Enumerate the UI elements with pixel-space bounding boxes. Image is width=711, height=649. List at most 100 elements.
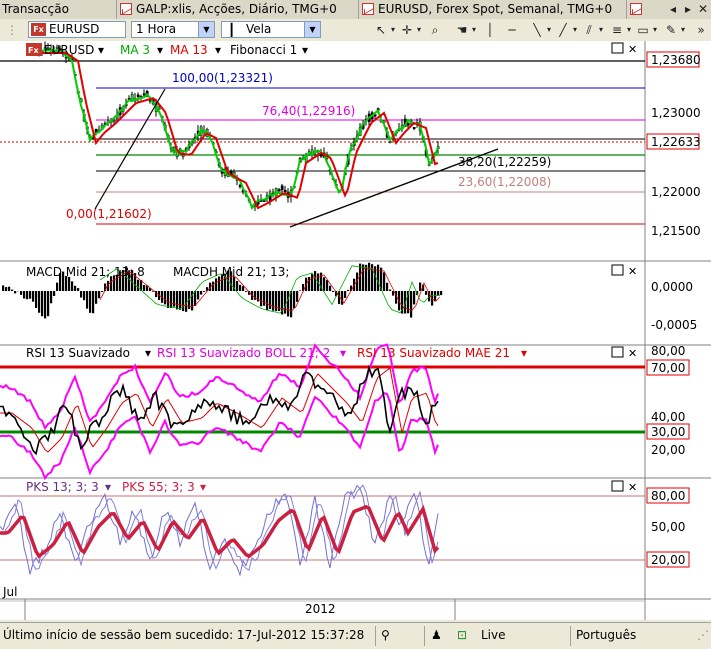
legend-rsi-mae[interactable]: RSI 13 Suavizado MAE 21 <box>357 346 510 360</box>
close-panel-icon[interactable]: ✕ <box>628 43 637 56</box>
tab-eurusd-weekly-chart[interactable]: EURUSD, Forex Spot, Semanal, TMG+0 <box>362 1 624 17</box>
crosshair-tool-icon[interactable]: ✛ <box>400 22 414 38</box>
candle-body <box>182 155 184 157</box>
text-tool-icon[interactable]: ✎ <box>664 22 678 38</box>
macd-histogram-bar <box>329 286 331 291</box>
macd-histogram-bar <box>20 291 22 295</box>
macd-histogram-bar <box>29 291 31 299</box>
horizontal-line-tool-icon[interactable]: ─ <box>505 22 519 38</box>
legend-menu-icon[interactable]: ▾ <box>98 43 104 57</box>
tab-galp-chart[interactable]: GALP:xlis, Acções, Diário, TMG+0 <box>120 1 356 17</box>
macd-histogram-bar <box>323 277 325 291</box>
rsi-tick: 80,00 <box>651 344 685 358</box>
macd-histogram-bar <box>290 291 292 317</box>
user-icon[interactable]: ♟ <box>431 628 442 642</box>
macd-histogram-bar <box>287 291 289 316</box>
legend-fibonacci[interactable]: Fibonacci 1 <box>230 43 297 57</box>
close-panel-icon[interactable]: ✕ <box>628 481 637 494</box>
fibonacci-tool-icon[interactable]: ≡ <box>610 22 624 38</box>
price-panel[interactable] <box>0 41 645 260</box>
close-icon[interactable]: ✕ <box>696 1 710 17</box>
legend-ma3[interactable]: MA 3 <box>120 43 150 57</box>
symbol-input[interactable]: Fx EURUSD <box>28 21 126 38</box>
maximize-panel-icon[interactable] <box>612 481 623 491</box>
tab-extra-chart[interactable] <box>630 1 654 17</box>
toolbar-overflow-icon[interactable]: » <box>694 22 708 38</box>
close-panel-icon[interactable]: ✕ <box>628 265 637 278</box>
shape-tool-icon[interactable]: ▭ <box>636 22 650 38</box>
close-panel-icon[interactable]: ✕ <box>628 347 637 360</box>
status-divider <box>375 626 376 646</box>
dropdown-arrow-icon[interactable]: ▾ <box>625 22 633 38</box>
macd-histogram-bar <box>74 286 76 291</box>
dropdown-arrow-icon[interactable]: ▾ <box>545 22 553 38</box>
rsi-tick: 30,00 <box>651 425 685 439</box>
dropdown-arrow-icon[interactable]: ▾ <box>679 22 687 38</box>
macd-histogram-bar <box>89 291 91 313</box>
fibo-label-38: 38,20(1,22259) <box>458 155 551 169</box>
macd-histogram-bar <box>38 291 40 313</box>
hand-tool-icon[interactable]: ☚ <box>455 22 469 38</box>
pointer-tool-icon[interactable]: ↖ <box>374 22 388 38</box>
tab-transacao[interactable]: Transacção <box>2 1 114 17</box>
macd-histogram-bar <box>425 291 427 295</box>
window-tab-bar: Transacção GALP:xlis, Acções, Diário, TM… <box>0 0 711 20</box>
candle-body <box>173 147 175 150</box>
time-label: Jul <box>2 585 17 599</box>
maximize-panel-icon[interactable] <box>612 347 623 357</box>
tab-scroll-left-icon[interactable]: ◂ <box>666 1 680 17</box>
chart-svg[interactable]: 1,23680 1,23000 1,22633 1,22000 1,21500 … <box>0 41 711 620</box>
macd-histogram-bar <box>53 291 55 296</box>
tab-scroll-right-icon[interactable]: ▸ <box>681 1 695 17</box>
legend-menu-icon[interactable]: ▾ <box>521 346 527 360</box>
trend-tool-icon[interactable]: ╱ <box>556 22 570 38</box>
resize-grip-icon[interactable]: ⋰ <box>697 628 709 642</box>
lock-icon[interactable]: ⊡ <box>457 628 467 642</box>
maximize-panel-icon[interactable] <box>612 265 623 275</box>
rsi-tick: 40,00 <box>651 410 685 424</box>
dropdown-arrow-icon[interactable]: ▾ <box>470 22 478 38</box>
chart-type-select[interactable]: ┃ Vela ▼ <box>221 21 321 38</box>
zoom-tool-icon[interactable]: ⌕ <box>428 22 442 38</box>
legend-menu-icon[interactable]: ▾ <box>302 43 308 57</box>
dropdown-arrow-icon[interactable]: ▾ <box>415 22 423 38</box>
dropdown-arrow-icon[interactable]: ▾ <box>389 22 397 38</box>
macd-histogram-bar <box>275 291 277 311</box>
dropdown-arrow-icon[interactable]: ▾ <box>597 22 605 38</box>
legend-macd[interactable]: MACD Mid 21; 13; 8 <box>26 265 145 279</box>
dropdown-arrow-icon[interactable]: ▾ <box>651 22 659 38</box>
price-tick: 1,23680 <box>651 53 701 67</box>
legend-menu-icon[interactable]: ▾ <box>105 480 111 494</box>
pks-panel[interactable] <box>0 479 645 599</box>
price-tick: 1,21500 <box>651 224 701 238</box>
legend-pks55[interactable]: PKS 55; 3; 3 <box>122 480 195 494</box>
maximize-panel-icon[interactable] <box>612 43 623 53</box>
dropdown-arrow-icon[interactable]: ▾ <box>571 22 579 38</box>
legend-menu-icon[interactable]: ▾ <box>215 43 221 57</box>
connection-icon[interactable]: ⚲ <box>381 628 390 642</box>
vertical-line-tool-icon[interactable]: │ <box>483 22 497 38</box>
chevron-down-icon[interactable]: ▼ <box>198 22 214 37</box>
interval-select[interactable]: 1 Hora ▼ <box>131 21 215 38</box>
legend-rsi[interactable]: RSI 13 Suavizado <box>26 346 130 360</box>
macd-tick: -0,0005 <box>651 318 697 332</box>
channel-tool-icon[interactable]: ⫽ <box>582 22 596 38</box>
chart-area[interactable]: 1,23680 1,23000 1,22633 1,22000 1,21500 … <box>0 41 711 620</box>
macd-histogram-bar <box>68 277 70 291</box>
legend-pks13[interactable]: PKS 13; 3; 3 <box>26 480 99 494</box>
chevron-down-icon[interactable]: ▼ <box>304 22 320 37</box>
forex-icon-text: Fx <box>28 46 39 55</box>
legend-rsi-boll[interactable]: RSI 13 Suavizado BOLL 21; 2 <box>157 346 330 360</box>
legend-menu-icon[interactable]: ▾ <box>340 346 346 360</box>
legend-menu-icon[interactable]: ▾ <box>200 480 206 494</box>
legend-symbol[interactable]: EURUSD <box>44 43 94 57</box>
fibo-label-76: 76,40(1,22916) <box>262 104 355 118</box>
chart-icon <box>362 3 374 15</box>
legend-ma13[interactable]: MA 13 <box>170 43 208 57</box>
macd-histogram-bar <box>8 287 10 291</box>
legend-macdh[interactable]: MACDH Mid 21; 13; <box>173 265 289 279</box>
legend-menu-icon[interactable]: ▾ <box>157 43 163 57</box>
legend-menu-icon[interactable]: ▾ <box>145 346 151 360</box>
trendline-tool-icon[interactable]: ╲ <box>530 22 544 38</box>
macd-histogram-bar <box>80 291 82 298</box>
